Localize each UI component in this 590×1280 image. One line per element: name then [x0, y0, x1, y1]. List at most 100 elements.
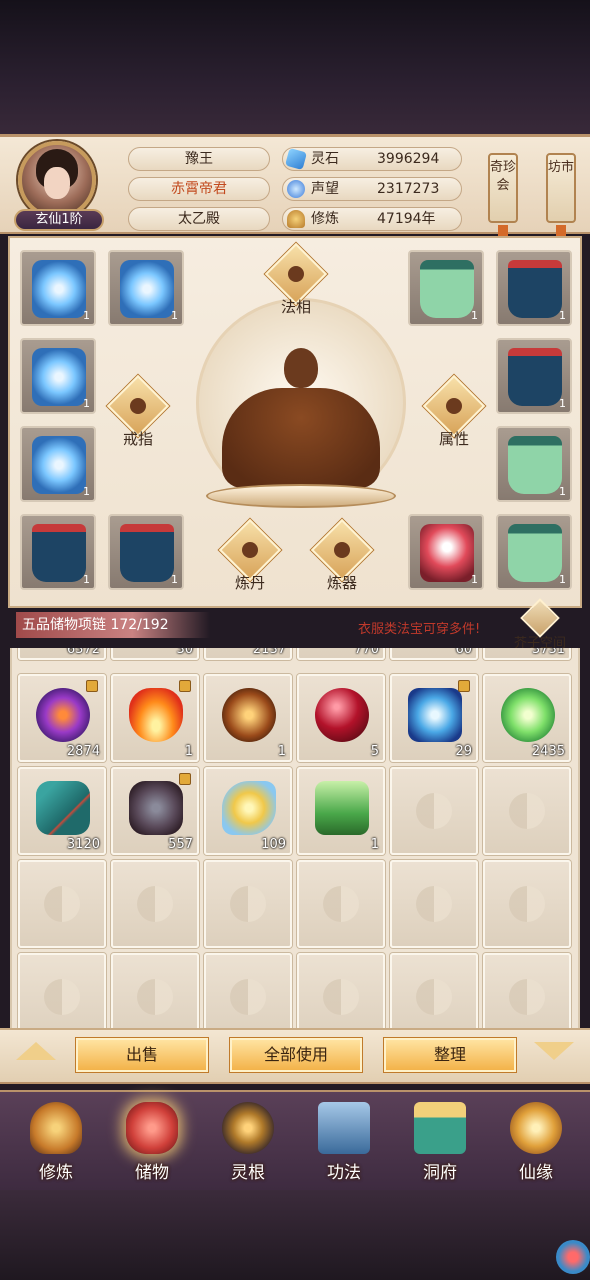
empty-cell[interactable]: [111, 953, 199, 1028]
inventory-cell[interactable]: 557: [111, 767, 199, 855]
nav-item-chuwu[interactable]: 储物: [112, 1098, 192, 1190]
qizhenhui-button[interactable]: 奇珍会: [488, 153, 518, 223]
slot-count: 1: [171, 309, 178, 322]
inventory-cell[interactable]: 29: [390, 674, 478, 762]
inventory-cell[interactable]: 2435: [483, 674, 571, 762]
equip-slot[interactable]: 1: [496, 514, 572, 590]
inventory-cell[interactable]: 3731: [483, 648, 571, 660]
equip-slot[interactable]: 1: [20, 338, 96, 414]
inventory-grid[interactable]: 6372 30 2137 770 60 3731 2874 1 1 5 29 2…: [10, 648, 580, 1028]
nav-item-gongfa[interactable]: 功法: [304, 1098, 384, 1190]
lock-icon: [86, 680, 98, 692]
empty-cell[interactable]: [18, 860, 106, 948]
inventory-cell[interactable]: 770: [297, 648, 385, 660]
equip-slot[interactable]: 1: [20, 514, 96, 590]
fangshi-button[interactable]: 坊市: [546, 153, 576, 223]
inventory-cell[interactable]: 30: [111, 648, 199, 660]
item-count: 30: [176, 648, 193, 657]
use-all-button[interactable]: 全部使用: [230, 1038, 362, 1072]
equipment-panel: 1 1 1 1 1 1 1 1 1 1 1 1 法相 戒指 属性 炼丹 炼器: [8, 236, 582, 608]
equip-slot[interactable]: 1: [496, 338, 572, 414]
empty-cell[interactable]: [483, 767, 571, 855]
bag-capacity-title: 五品储物项链 172/192: [16, 612, 210, 638]
empty-cell[interactable]: [390, 953, 478, 1028]
equip-slot[interactable]: 1: [108, 514, 184, 590]
equip-slot[interactable]: 1: [408, 250, 484, 326]
equip-slot[interactable]: 1: [20, 426, 96, 502]
hat-icon: [446, 398, 462, 414]
jade-robe-icon: [508, 524, 562, 582]
page-down-arrow-icon[interactable]: [534, 1042, 574, 1060]
empty-cell[interactable]: [483, 860, 571, 948]
action-bar: 出售 全部使用 整理: [0, 1028, 590, 1084]
spirit-root-icon: [222, 1102, 274, 1154]
ring-label: 戒指: [122, 430, 153, 448]
equip-slot[interactable]: 1: [496, 426, 572, 502]
equip-slot[interactable]: 1: [408, 514, 484, 590]
slot-count: 1: [559, 309, 566, 322]
faxiang-label: 法相: [280, 298, 311, 316]
inventory-cell[interactable]: 1: [204, 674, 292, 762]
inventory-cell[interactable]: 6372: [18, 648, 106, 660]
flame-icon: [129, 688, 183, 742]
empty-cell[interactable]: [204, 860, 292, 948]
spirit-stone-stat: 灵石 3996294: [282, 147, 462, 171]
fame-icon: [287, 180, 305, 198]
inventory-cell[interactable]: 109: [204, 767, 292, 855]
stat-value: 47194年: [377, 211, 436, 227]
yin-yang-icon: [509, 979, 545, 1015]
inventory-cell[interactable]: 5: [297, 674, 385, 762]
nav-label: 仙缘: [519, 1163, 553, 1183]
empty-cell[interactable]: [18, 953, 106, 1028]
red-robe-icon: [420, 524, 474, 582]
yin-yang-icon: [509, 793, 545, 829]
jade-robe-icon: [420, 260, 474, 318]
green-spirit-icon: [501, 688, 555, 742]
empty-cell[interactable]: [390, 767, 478, 855]
nav-item-dongfu[interactable]: 洞府: [400, 1098, 480, 1190]
item-count: 770: [354, 648, 379, 657]
inventory-cell[interactable]: 3120: [18, 767, 106, 855]
item-count: 2435: [531, 744, 565, 759]
lock-icon: [179, 773, 191, 785]
inventory-cell[interactable]: 1: [111, 674, 199, 762]
empty-cell[interactable]: [297, 953, 385, 1028]
player-sect: 太乙殿: [128, 207, 270, 231]
inventory-cell[interactable]: 1: [297, 767, 385, 855]
player-avatar[interactable]: [18, 141, 96, 219]
empty-cell[interactable]: [111, 860, 199, 948]
page-up-arrow-icon[interactable]: [16, 1042, 56, 1060]
empty-cell[interactable]: [483, 953, 571, 1028]
sort-button[interactable]: 整理: [384, 1038, 516, 1072]
sell-button[interactable]: 出售: [76, 1038, 208, 1072]
player-title-1: 豫王: [128, 147, 270, 171]
yin-yang-icon: [416, 793, 452, 829]
blue-crystal-icon: [408, 688, 462, 742]
empty-cell[interactable]: [390, 860, 478, 948]
yin-yang-icon: [230, 886, 266, 922]
nav-item-xianyuan[interactable]: 仙缘: [496, 1098, 576, 1190]
equip-slot[interactable]: 1: [108, 250, 184, 326]
nav-label: 修炼: [39, 1163, 73, 1183]
forging-label: 炼器: [326, 574, 357, 592]
yin-yang-icon: [323, 886, 359, 922]
nav-item-linggen[interactable]: 灵根: [208, 1098, 288, 1190]
slot-count: 1: [83, 485, 90, 498]
navy-robe-icon: [508, 348, 562, 406]
inventory-cell[interactable]: 60: [390, 648, 478, 660]
empty-cell[interactable]: [204, 953, 292, 1028]
equip-slot[interactable]: 1: [496, 250, 572, 326]
slot-count: 1: [471, 573, 478, 586]
empty-cell[interactable]: [297, 860, 385, 948]
inventory-cell[interactable]: 2874: [18, 674, 106, 762]
yin-yang-icon: [44, 886, 80, 922]
inventory-cell[interactable]: 2137: [204, 648, 292, 660]
yin-yang-icon: [323, 979, 359, 1015]
item-count: 2137: [252, 648, 286, 657]
nav-item-xiulian[interactable]: 修炼: [16, 1098, 96, 1190]
purple-orb-icon: [36, 688, 90, 742]
buddha-icon: [288, 266, 304, 282]
yin-yang-icon: [416, 886, 452, 922]
equip-slot[interactable]: 1: [20, 250, 96, 326]
floating-assistant-icon[interactable]: [556, 1240, 590, 1274]
